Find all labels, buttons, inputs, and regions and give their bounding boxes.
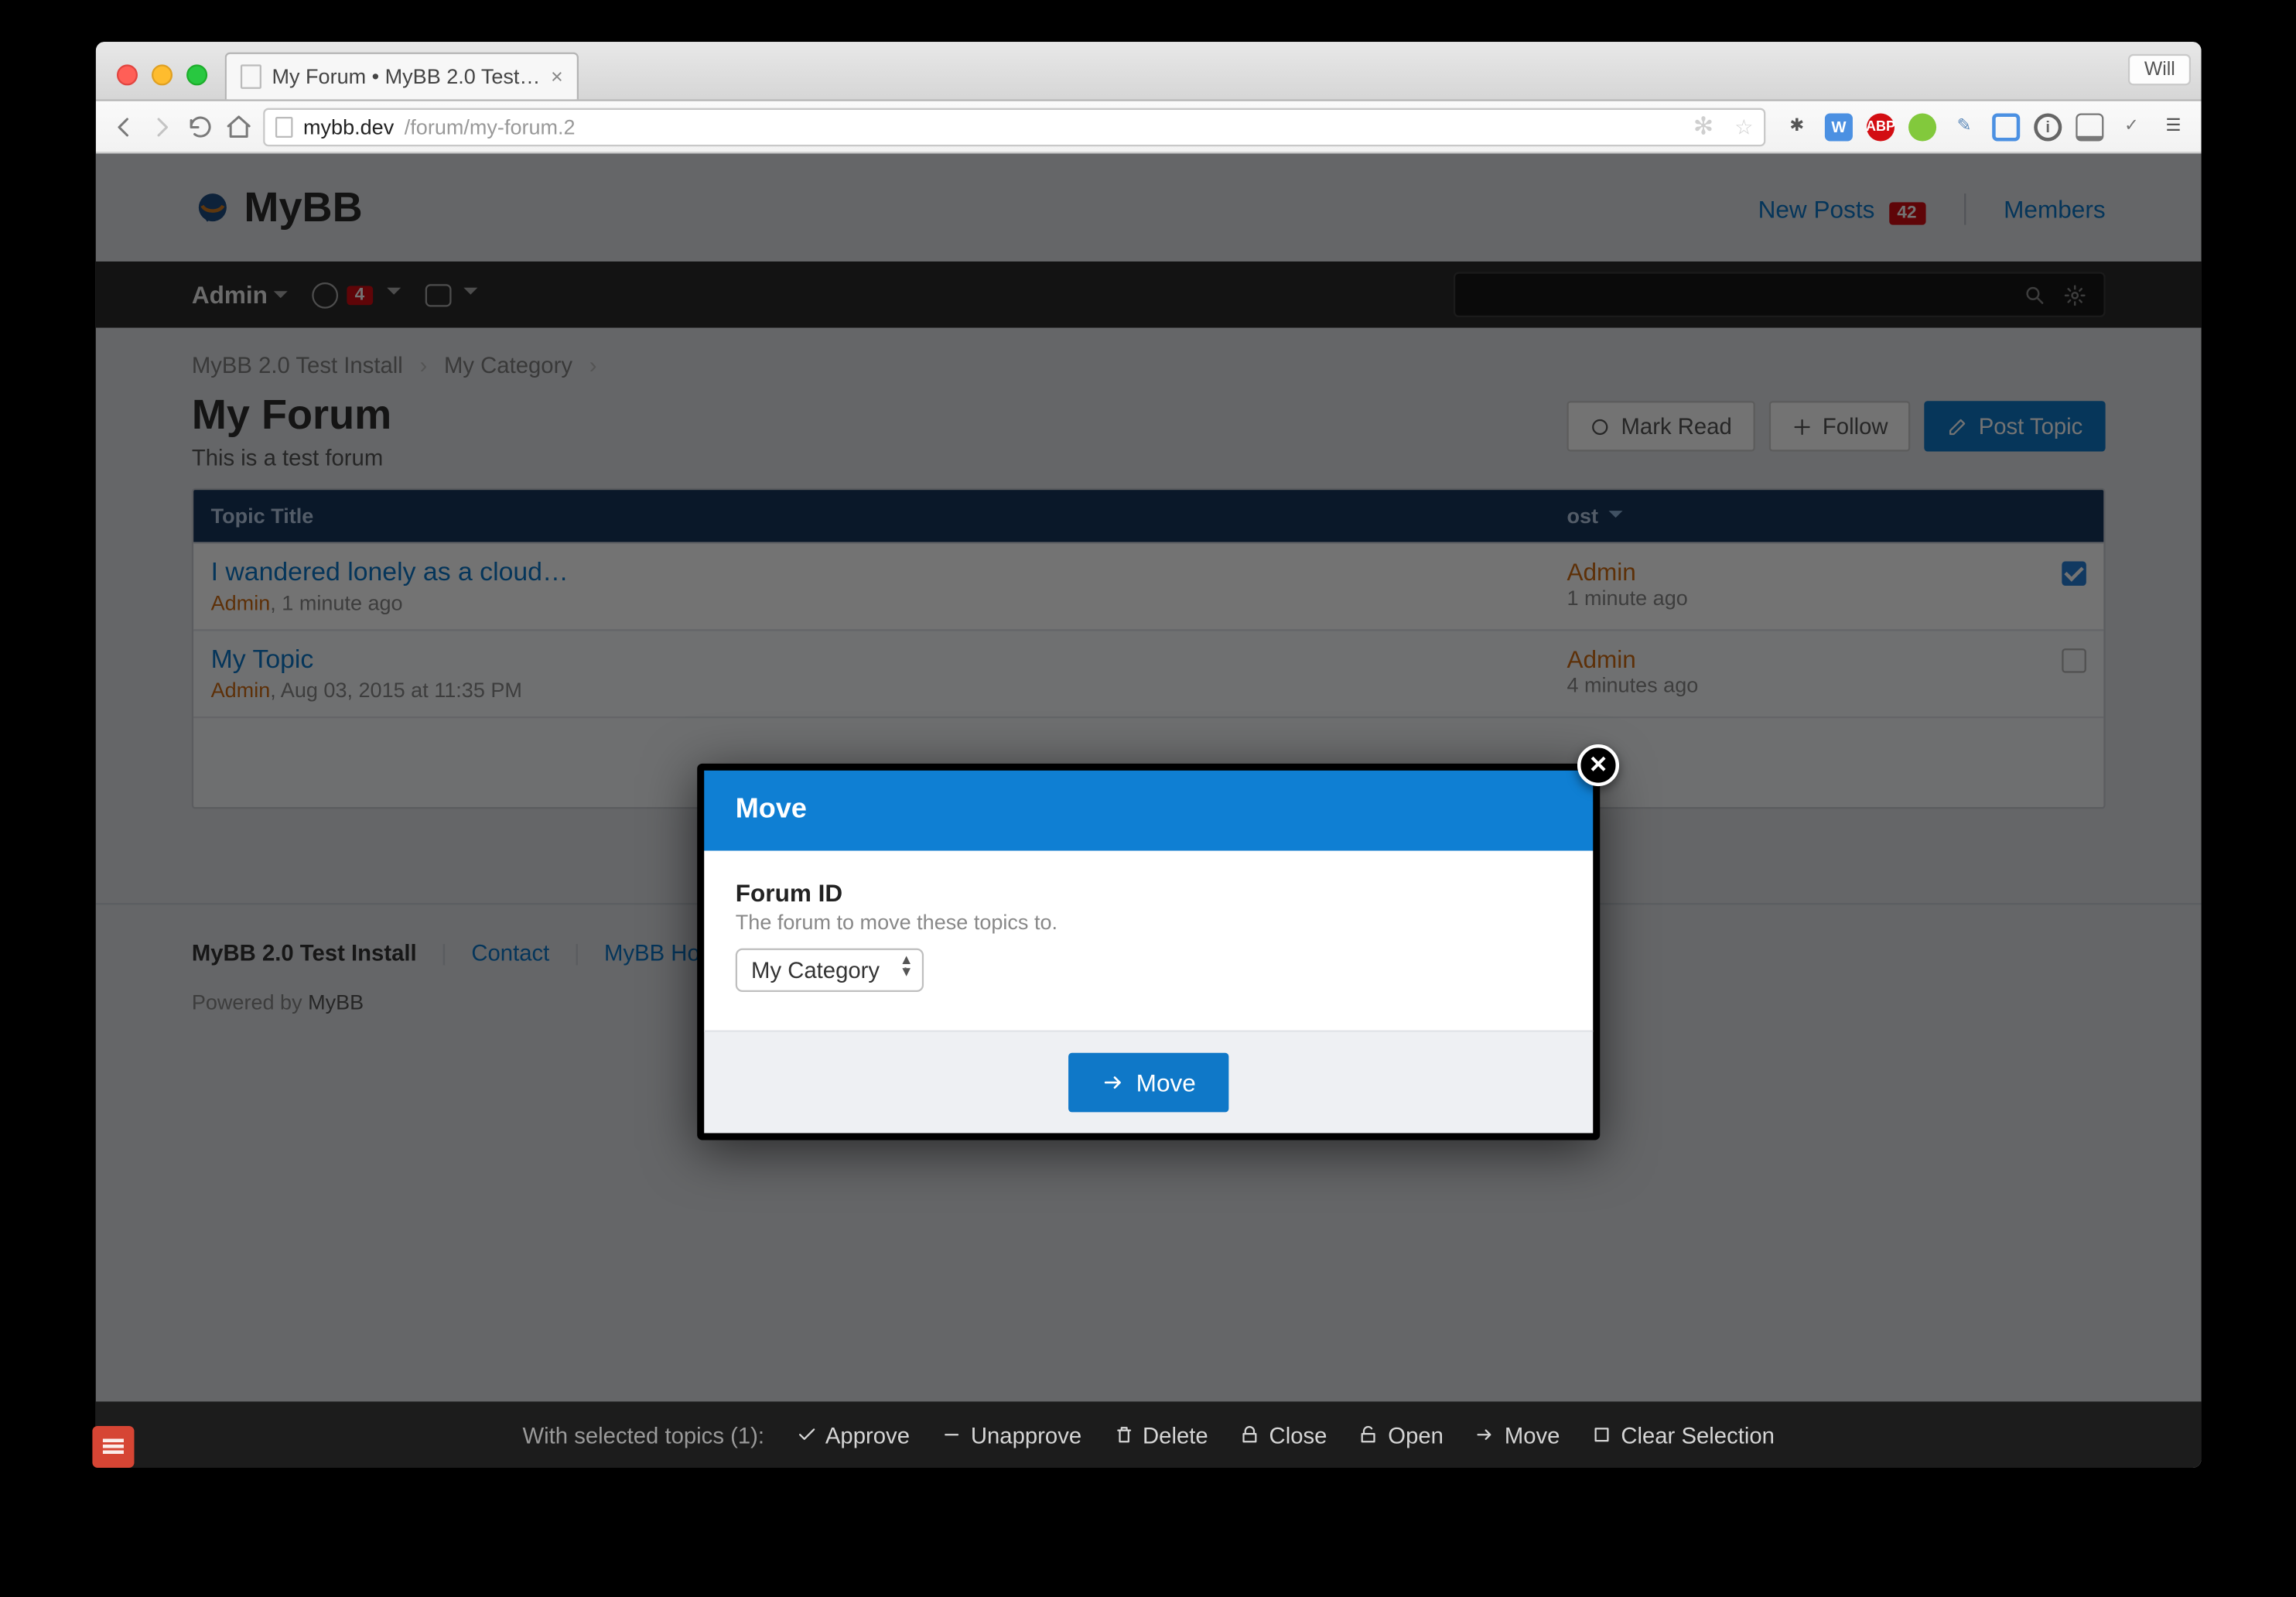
selection-label: With selected topics (1): <box>523 1421 765 1448</box>
dock-app-icon[interactable] <box>92 1426 134 1468</box>
extension-tray: ✱ W ABP ✎ i ✓ ☰ <box>1783 112 2188 140</box>
check-icon <box>796 1424 817 1445</box>
maximize-window-button[interactable] <box>186 64 207 85</box>
chrome-menu-icon[interactable]: ☰ <box>2159 112 2187 140</box>
fullscreen-extension-icon[interactable] <box>1992 112 2020 140</box>
close-window-button[interactable] <box>117 64 138 85</box>
settings-extension-icon[interactable]: ✱ <box>1783 112 1811 140</box>
cast-extension-icon[interactable] <box>2076 112 2103 140</box>
forum-id-label: Forum ID <box>736 879 1562 907</box>
bookmark-star-icon[interactable]: ☆ <box>1734 115 1753 139</box>
site-info-icon[interactable] <box>275 116 293 137</box>
action-delete[interactable]: Delete <box>1113 1421 1208 1448</box>
adblock-extension-icon[interactable]: ABP <box>1867 112 1895 140</box>
close-tab-icon[interactable]: × <box>551 64 563 89</box>
tab-title: My Forum • MyBB 2.0 Test… <box>272 64 540 89</box>
forum-select[interactable]: My Category <box>736 949 924 992</box>
action-unapprove[interactable]: Unapprove <box>941 1421 1082 1448</box>
move-modal: ✕ Move Forum ID The forum to move these … <box>697 764 1600 1140</box>
move-submit-button[interactable]: Move <box>1068 1053 1229 1113</box>
minimize-window-button[interactable] <box>152 64 173 85</box>
forward-button[interactable] <box>149 112 176 140</box>
browser-tab-strip: My Forum • MyBB 2.0 Test… × Will <box>96 42 2202 101</box>
action-clear[interactable]: Clear Selection <box>1591 1421 1775 1448</box>
browser-window: My Forum • MyBB 2.0 Test… × Will mybb.de… <box>96 42 2202 1468</box>
green-dot-extension-icon[interactable] <box>1908 112 1936 140</box>
modal-title: Move <box>704 771 1593 851</box>
modal-close-button[interactable]: ✕ <box>1577 744 1619 786</box>
select-arrows-icon: ▲▼ <box>900 953 914 978</box>
lock-icon <box>1239 1424 1260 1445</box>
modal-footer: Move <box>704 1031 1593 1134</box>
unlock-icon <box>1358 1424 1379 1445</box>
arrow-right-icon <box>1475 1424 1496 1445</box>
minus-icon <box>941 1424 962 1445</box>
forum-select-wrapper: My Category ▲▼ <box>736 949 924 992</box>
wand-extension-icon[interactable]: ✎ <box>1950 112 1978 140</box>
url-host: mybb.dev <box>303 115 394 139</box>
move-submit-label: Move <box>1136 1069 1196 1096</box>
back-button[interactable] <box>110 112 138 140</box>
browser-profile-badge[interactable]: Will <box>2129 54 2191 86</box>
arrow-right-circle-icon <box>1102 1070 1126 1095</box>
browser-toolbar: mybb.dev/forum/my-forum.2 ✻ ☆ ✱ W ABP ✎ … <box>96 101 2202 154</box>
trash-icon <box>1113 1424 1134 1445</box>
checkmark-extension-icon[interactable]: ✓ <box>2117 112 2145 140</box>
action-approve[interactable]: Approve <box>796 1421 910 1448</box>
browser-tab[interactable]: My Forum • MyBB 2.0 Test… × <box>225 53 579 100</box>
home-button[interactable] <box>225 112 253 140</box>
url-path: /forum/my-forum.2 <box>405 115 576 139</box>
action-open[interactable]: Open <box>1358 1421 1444 1448</box>
paw-extension-icon[interactable]: ✻ <box>1693 111 1713 141</box>
action-move[interactable]: Move <box>1475 1421 1560 1448</box>
window-controls <box>117 64 207 85</box>
page-icon <box>241 64 261 89</box>
address-bar[interactable]: mybb.dev/forum/my-forum.2 ✻ ☆ <box>263 108 1765 146</box>
square-icon <box>1591 1424 1612 1445</box>
wave-extension-icon[interactable]: W <box>1825 112 1853 140</box>
selection-action-bar: With selected topics (1): Approve Unappr… <box>96 1401 2202 1468</box>
info-extension-icon[interactable]: i <box>2034 112 2062 140</box>
action-close[interactable]: Close <box>1239 1421 1327 1448</box>
modal-body: Forum ID The forum to move these topics … <box>704 850 1593 1030</box>
forum-id-desc: The forum to move these topics to. <box>736 910 1562 935</box>
page-viewport: MyBB New Posts 42 Members Admin <box>96 153 2202 1468</box>
reload-button[interactable] <box>186 112 214 140</box>
